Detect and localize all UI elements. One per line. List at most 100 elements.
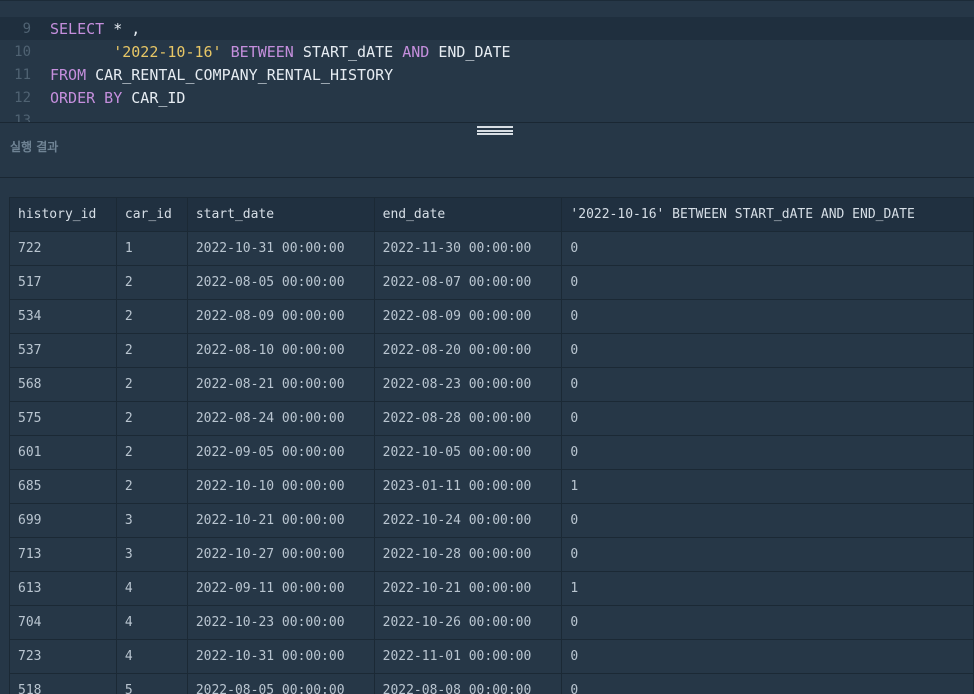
table-cell: 0	[561, 503, 974, 538]
sql-text: END_DATE	[429, 42, 511, 61]
table-cell: 2023-01-11 00:00:00	[373, 469, 563, 504]
table-cell: 2022-11-30 00:00:00	[373, 231, 563, 266]
table-row: 537 2 2022-08-10 00:00:00 2022-08-20 00:00:…	[9, 333, 974, 368]
resize-handle[interactable]	[477, 126, 513, 135]
table-cell: 2022-10-21 00:00:00	[373, 571, 563, 606]
line-number: 9	[22, 20, 31, 37]
table-cell: 2	[115, 401, 188, 436]
table-cell: 0	[561, 401, 974, 436]
table-cell: 2022-08-05 00:00:00	[186, 673, 375, 694]
line-number: 12	[14, 89, 31, 106]
table-cell: 2022-10-26 00:00:00	[373, 605, 563, 640]
code-line[interactable]: 10 '2022-10-16' BETWEEN START_dATE AND E…	[0, 40, 974, 63]
table-row: 685 2 2022-10-10 00:00:00 2023-01-11 00:00:…	[9, 469, 974, 504]
table-cell: 0	[561, 231, 974, 266]
table-cell: 2022-10-31 00:00:00	[186, 231, 375, 266]
table-cell: 0	[561, 299, 974, 334]
sql-keyword: AND	[402, 42, 430, 61]
table-cell: 2	[115, 367, 188, 402]
table-cell: 5	[115, 673, 188, 694]
table-cell: 2022-11-01 00:00:00	[373, 639, 563, 674]
sql-keyword: BETWEEN	[230, 42, 294, 61]
table-cell: 2022-10-05 00:00:00	[373, 435, 563, 470]
table-cell: 2022-09-11 00:00:00	[186, 571, 375, 606]
table-cell: 2022-08-09 00:00:00	[186, 299, 375, 334]
table-row: 722 1 2022-10-31 00:00:00 2022-11-30 00:00:…	[9, 231, 974, 266]
table-cell: 2022-10-31 00:00:00	[186, 639, 375, 674]
table-cell: 3	[115, 503, 188, 538]
code-line[interactable]: 9 SELECT * ,	[0, 17, 974, 40]
table-cell: 1	[561, 571, 974, 606]
table-cell: 0	[561, 333, 974, 368]
table-row: 713 3 2022-10-27 00:00:00 2022-10-28 00:00:…	[9, 537, 974, 572]
table-cell: 2022-08-09 00:00:00	[373, 299, 563, 334]
table-cell: 0	[561, 367, 974, 402]
table-cell: 601	[9, 435, 117, 470]
table-cell: 2022-08-21 00:00:00	[186, 367, 375, 402]
table-cell: 1	[115, 231, 188, 266]
table-cell: 713	[9, 537, 117, 572]
table-row: 699 3 2022-10-21 00:00:00 2022-10-24 00:00:…	[9, 503, 974, 538]
table-cell: 0	[561, 265, 974, 300]
resize-handle-bar	[477, 129, 513, 132]
result-divider	[0, 177, 974, 178]
table-cell: 2022-08-05 00:00:00	[186, 265, 375, 300]
table-header-row: history_id car_id start_date end_date '2022-…	[9, 197, 974, 232]
table-cell: 2022-09-05 00:00:00	[186, 435, 375, 470]
resize-handle-bar	[477, 133, 513, 135]
table-cell: 0	[561, 537, 974, 572]
table-cell: 1	[561, 469, 974, 504]
sql-string: '2022-10-16'	[113, 42, 222, 61]
table-cell: 518	[9, 673, 117, 694]
table-cell: 0	[561, 435, 974, 470]
table-cell: 2022-08-10 00:00:00	[186, 333, 375, 368]
table-cell: 2	[115, 333, 188, 368]
table-row: 601 2 2022-09-05 00:00:00 2022-10-05 00:00:…	[9, 435, 974, 470]
table-row: 534 2 2022-08-09 00:00:00 2022-08-09 00:00:…	[9, 299, 974, 334]
table-row: 704 4 2022-10-23 00:00:00 2022-10-26 00:00:…	[9, 605, 974, 640]
table-cell: 4	[115, 571, 188, 606]
table-cell: 723	[9, 639, 117, 674]
table-cell: 2	[115, 265, 188, 300]
result-title: 실행 결과	[10, 140, 59, 154]
table-cell: 2022-10-27 00:00:00	[186, 537, 375, 572]
table-cell: 0	[561, 673, 974, 694]
table-row: 723 4 2022-10-31 00:00:00 2022-11-01 00:00:…	[9, 639, 974, 674]
table-cell: 2022-10-23 00:00:00	[186, 605, 375, 640]
result-table-container[interactable]: history_id car_id start_date end_date '2022-…	[9, 197, 974, 694]
code-line[interactable]: 11 FROM CAR_RENTAL_COMPANY_RENTAL_HISTORY	[0, 63, 974, 86]
code-line[interactable]: 12 ORDER BY CAR_ID	[0, 86, 974, 109]
table-cell: 537	[9, 333, 117, 368]
sql-text: CAR_ID	[122, 88, 186, 107]
code-line[interactable]: 13	[0, 109, 974, 124]
column-header: history_id	[9, 197, 117, 232]
sql-keyword: FROM	[50, 65, 87, 84]
table-cell: 2022-10-10 00:00:00	[186, 469, 375, 504]
sql-editor[interactable]: 9 SELECT * , 10 '2022-10-16' BETWEEN START…	[0, 0, 974, 123]
table-cell: 685	[9, 469, 117, 504]
table-cell: 575	[9, 401, 117, 436]
sql-keyword: ORDER BY	[50, 88, 123, 107]
line-number: 11	[14, 66, 31, 83]
panel-divider	[0, 122, 974, 123]
table-row: 517 2 2022-08-05 00:00:00 2022-08-07 00:00:…	[9, 265, 974, 300]
column-header: car_id	[115, 197, 188, 232]
table-cell: 2022-10-24 00:00:00	[373, 503, 563, 538]
table-cell: 3	[115, 537, 188, 572]
table-cell: 2022-08-24 00:00:00	[186, 401, 375, 436]
column-header: start_date	[186, 197, 375, 232]
table-cell: 568	[9, 367, 117, 402]
result-table: history_id car_id start_date end_date '2022-…	[9, 197, 974, 694]
table-cell: 613	[9, 571, 117, 606]
resize-handle-bar	[477, 126, 513, 128]
table-cell: 2022-08-20 00:00:00	[373, 333, 563, 368]
table-cell: 2022-08-23 00:00:00	[373, 367, 563, 402]
table-cell: 2	[115, 469, 188, 504]
table-cell: 2022-08-28 00:00:00	[373, 401, 563, 436]
sql-text: * ,	[104, 19, 141, 38]
table-row: 568 2 2022-08-21 00:00:00 2022-08-23 00:00:…	[9, 367, 974, 402]
table-row: 575 2 2022-08-24 00:00:00 2022-08-28 00:00:…	[9, 401, 974, 436]
table-cell: 2022-08-07 00:00:00	[373, 265, 563, 300]
